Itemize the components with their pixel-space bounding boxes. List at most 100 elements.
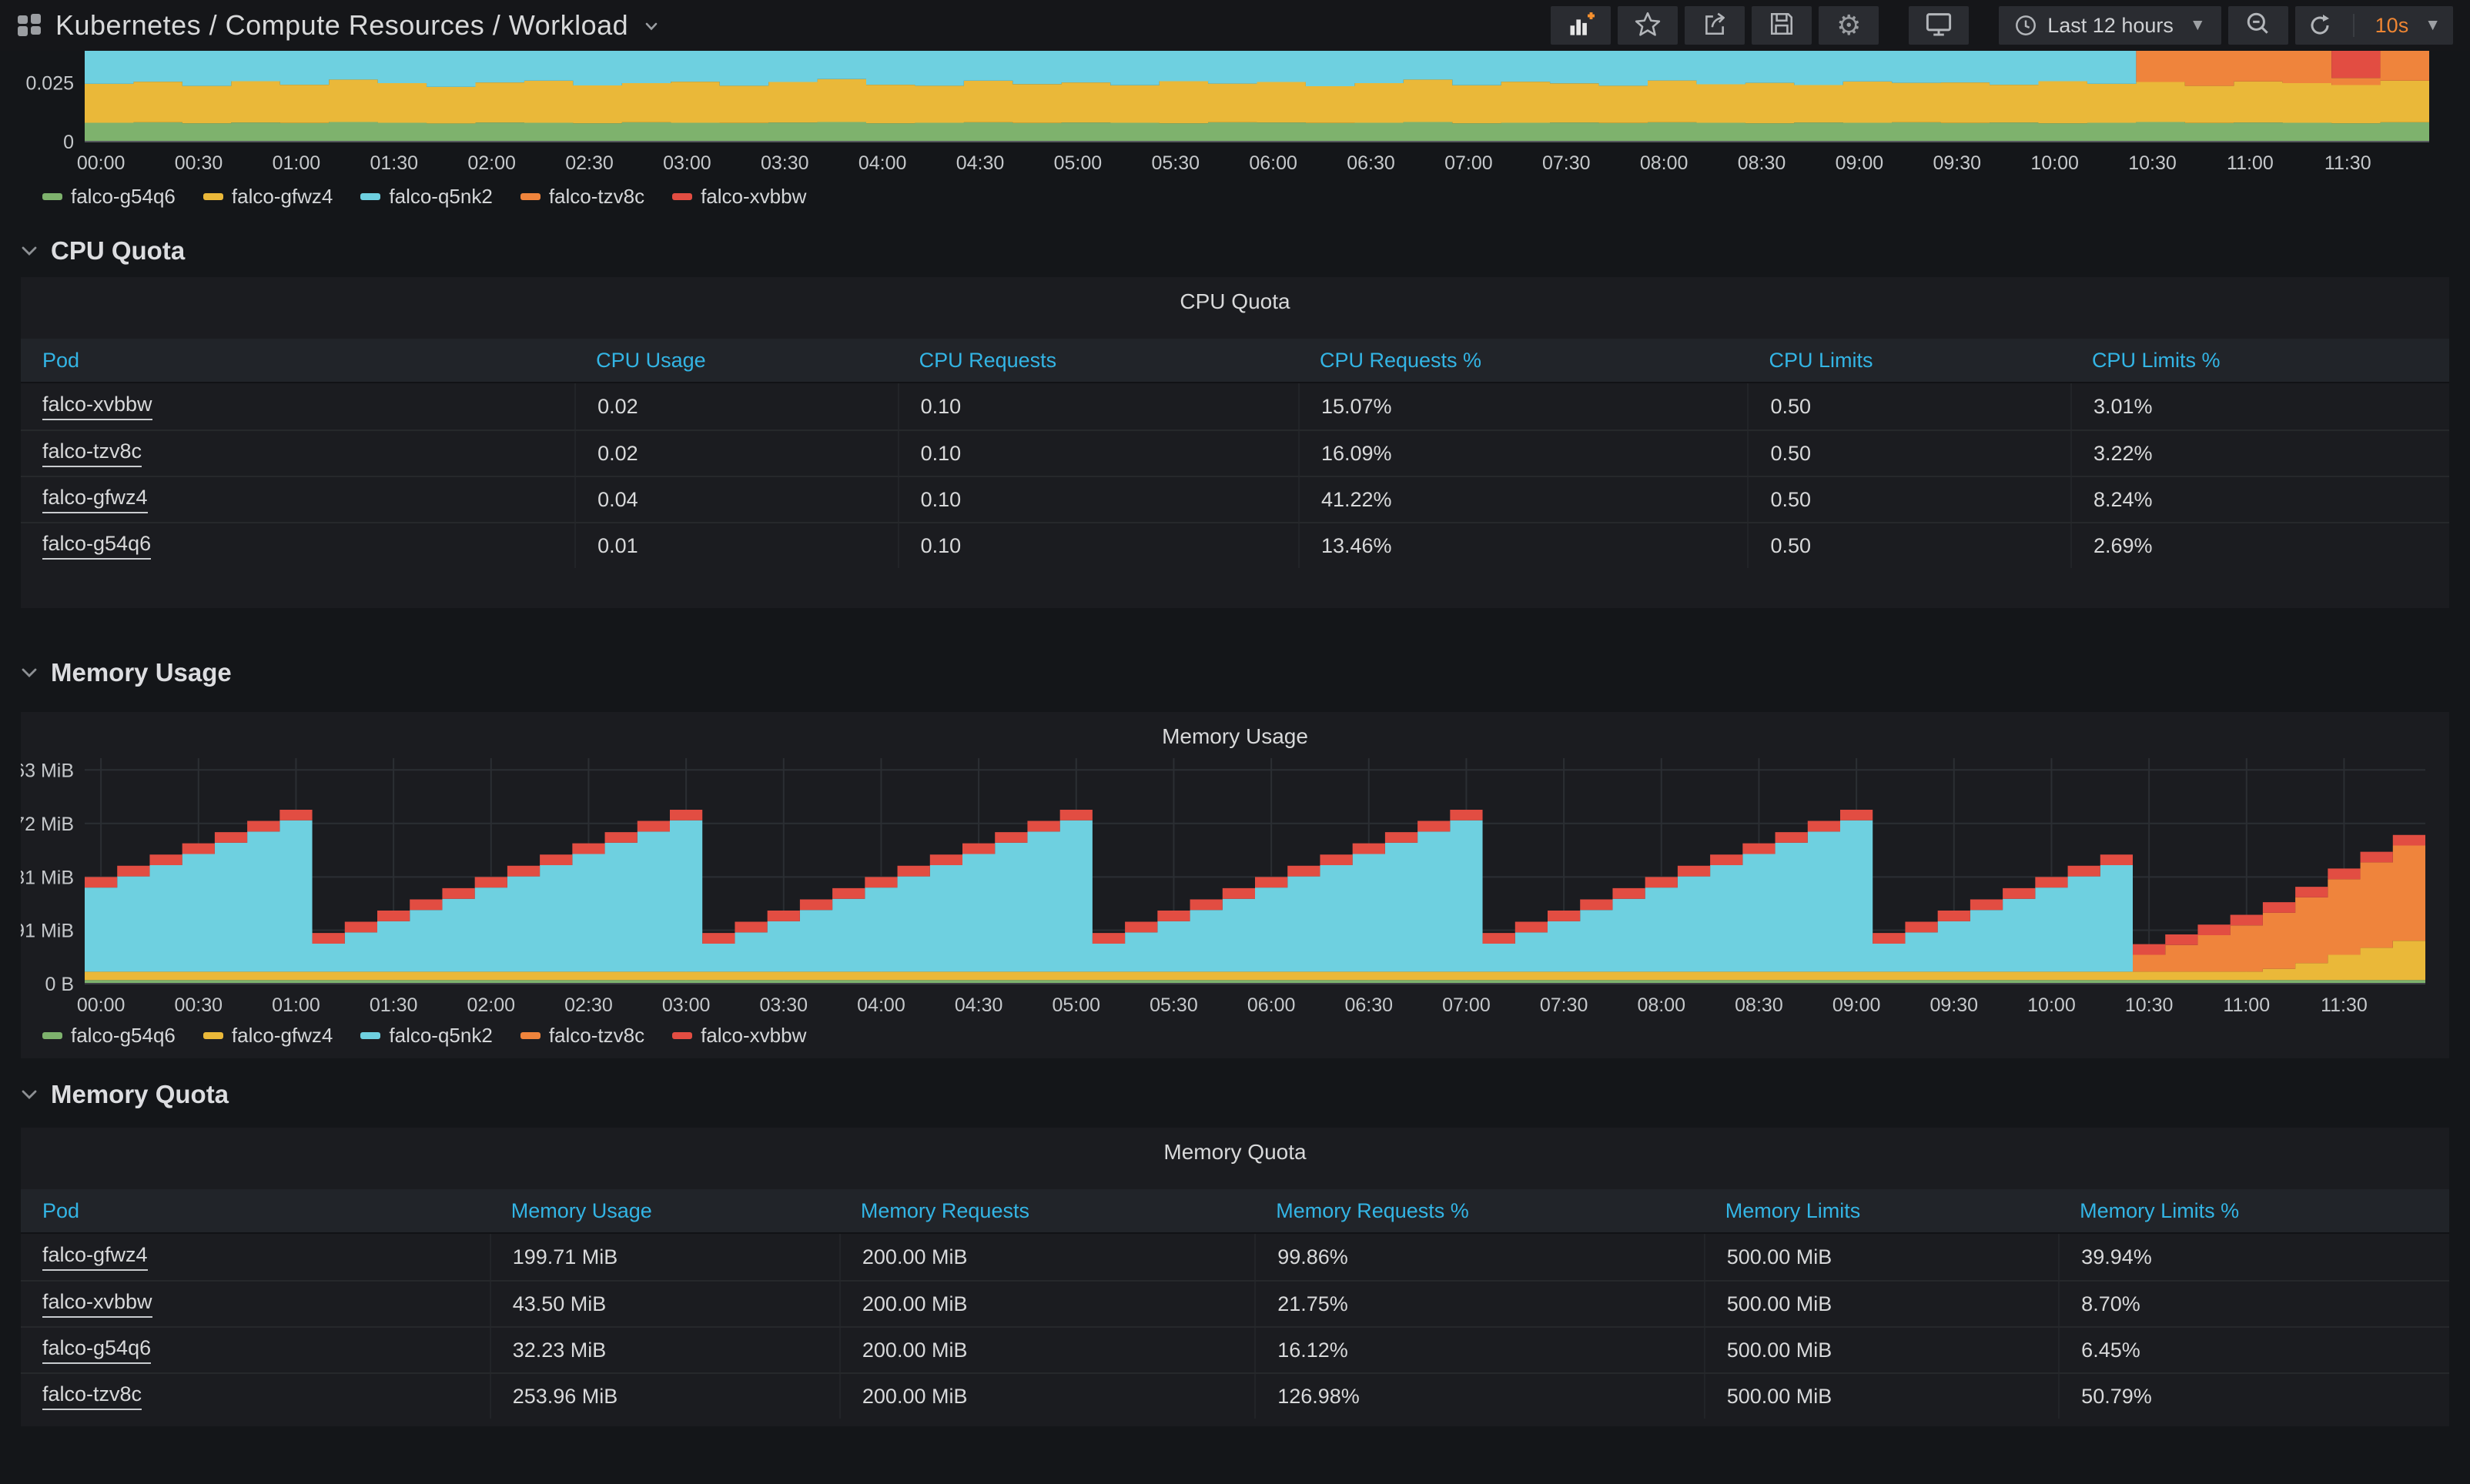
column-header[interactable]: CPU Usage [574,339,897,382]
add-panel-button[interactable] [1551,6,1611,45]
legend-label: falco-q5nk2 [389,1024,492,1048]
pod-link[interactable]: falco-tzv8c [42,440,142,467]
clock-icon [2014,14,2037,37]
x-tick-label: 05:30 [1150,994,1198,1016]
y-tick-label: 0 [63,132,74,153]
table-row: falco-xvbbw0.020.1015.07%0.503.01% [21,383,2449,429]
chart-plot[interactable]: 00:0000:3001:0001:3002:0002:3003:0003:30… [0,51,2470,177]
column-header[interactable]: Memory Requests [839,1189,1254,1232]
column-header[interactable]: Memory Limits % [2058,1189,2447,1232]
value-cell: 41.22% [1298,477,1747,522]
x-tick-label: 10:00 [2030,152,2079,174]
column-header[interactable]: Memory Usage [490,1189,839,1232]
value-cell: 200.00 MiB [839,1374,1254,1419]
legend-color-dash [203,193,223,200]
column-header[interactable]: CPU Limits [1747,339,2070,382]
settings-button[interactable]: ⚙ [1819,6,1879,45]
table-header-row: PodMemory UsageMemory RequestsMemory Req… [21,1189,2449,1234]
time-range-picker[interactable]: Last 12 hours ▼ [1999,6,2221,45]
legend-item[interactable]: falco-g54q6 [42,1024,176,1048]
pod-link[interactable]: falco-xvbbw [42,1290,152,1318]
table-row: falco-g54q632.23 MiB200.00 MiB16.12%500.… [21,1326,2449,1372]
column-header[interactable]: Memory Requests % [1254,1189,1703,1232]
chart-plot[interactable]: 00:0000:3001:0001:3002:0002:3003:0003:30… [21,712,2449,1019]
value-cell: 8.24% [2070,477,2449,522]
section-header-cpu-quota[interactable]: CPU Quota [21,232,185,269]
share-button[interactable] [1685,6,1745,45]
value-cell: 200.00 MiB [839,1328,1254,1372]
panel-title[interactable]: Memory Quota [21,1140,2449,1165]
panel-title[interactable]: CPU Quota [21,289,2449,314]
memory-quota-panel: Memory Quota PodMemory UsageMemory Reque… [21,1128,2449,1426]
legend-color-dash [360,1032,380,1039]
table-header-row: PodCPU UsageCPU RequestsCPU Requests %CP… [21,339,2449,383]
column-header[interactable]: Memory Limits [1704,1189,2058,1232]
legend-item[interactable]: falco-tzv8c [520,1024,644,1048]
cpu-usage-chart[interactable]: 00:0000:3001:0001:3002:0002:3003:0003:30… [0,51,2470,266]
star-button[interactable] [1618,6,1678,45]
x-tick-label: 00:00 [77,152,126,174]
add-panel-icon [1567,10,1595,42]
value-cell: 0.04 [574,477,897,522]
chevron-down-icon [21,1089,38,1100]
legend-item[interactable]: falco-gfwz4 [203,185,333,209]
legend-item[interactable]: falco-xvbbw [672,185,806,209]
value-cell: 99.86% [1254,1234,1703,1280]
x-tick-label: 03:30 [759,994,808,1016]
column-header[interactable]: CPU Requests % [1298,339,1747,382]
value-cell: 253.96 MiB [490,1374,839,1419]
value-cell: 3.22% [2070,431,2449,476]
pod-link[interactable]: falco-g54q6 [42,1336,151,1364]
refresh-picker[interactable]: 10s ▼ [2295,6,2453,45]
legend-item[interactable]: falco-xvbbw [672,1024,806,1048]
legend-item[interactable]: falco-q5nk2 [360,185,492,209]
x-tick-label: 11:00 [2227,152,2274,174]
x-tick-label: 10:00 [2027,994,2076,1016]
x-tick-label: 07:00 [1442,994,1491,1016]
x-tick-label: 11:30 [2324,152,2371,174]
legend-item[interactable]: falco-gfwz4 [203,1024,333,1048]
pod-cell: falco-gfwz4 [21,477,574,522]
memory-quota-table: PodMemory UsageMemory RequestsMemory Req… [21,1189,2449,1419]
x-tick-label: 06:30 [1344,994,1393,1016]
section-title: Memory Quota [51,1080,229,1109]
pod-link[interactable]: falco-gfwz4 [42,1243,148,1271]
legend-label: falco-tzv8c [549,185,644,209]
y-tick-label: 381 MiB [21,867,74,888]
column-header[interactable]: CPU Limits % [2070,339,2449,382]
legend-item[interactable]: falco-tzv8c [520,185,644,209]
pod-link[interactable]: falco-gfwz4 [42,486,148,513]
value-cell: 39.94% [2058,1234,2447,1280]
value-cell: 500.00 MiB [1704,1282,2058,1326]
column-header[interactable]: Pod [21,339,574,382]
legend-color-dash [672,1032,692,1039]
cycle-view-button[interactable] [1909,6,1969,45]
column-header[interactable]: CPU Requests [898,339,1298,382]
section-header-memory-usage[interactable]: Memory Usage [21,654,232,691]
zoom-out-button[interactable] [2228,6,2288,45]
chevron-down-icon [21,667,38,678]
legend-color-dash [520,1032,541,1039]
legend-color-dash [42,1032,62,1039]
cycle-view-icon [1925,10,1953,42]
save-button[interactable] [1752,6,1812,45]
pod-link[interactable]: falco-xvbbw [42,393,152,420]
dashboards-grid-icon[interactable] [17,13,42,38]
legend-item[interactable]: falco-g54q6 [42,185,176,209]
star-icon [1635,11,1661,41]
value-cell: 50.79% [2058,1374,2447,1419]
section-header-memory-quota[interactable]: Memory Quota [21,1076,229,1113]
column-header[interactable]: Pod [21,1189,490,1232]
legend-color-dash [203,1032,223,1039]
dashboard-title-caret-icon[interactable] [645,15,658,35]
dashboard-title[interactable]: Kubernetes / Compute Resources / Workloa… [55,9,628,42]
value-cell: 43.50 MiB [490,1282,839,1326]
pod-link[interactable]: falco-g54q6 [42,532,151,560]
memory-usage-chart[interactable]: 00:0000:3001:0001:3002:0002:3003:0003:30… [21,712,2449,1058]
value-cell: 0.02 [574,383,897,429]
legend-item[interactable]: falco-q5nk2 [360,1024,492,1048]
value-cell: 0.50 [1747,383,2070,429]
legend-label: falco-gfwz4 [232,185,333,209]
pod-link[interactable]: falco-tzv8c [42,1382,142,1410]
y-tick-label: 763 MiB [21,760,74,781]
